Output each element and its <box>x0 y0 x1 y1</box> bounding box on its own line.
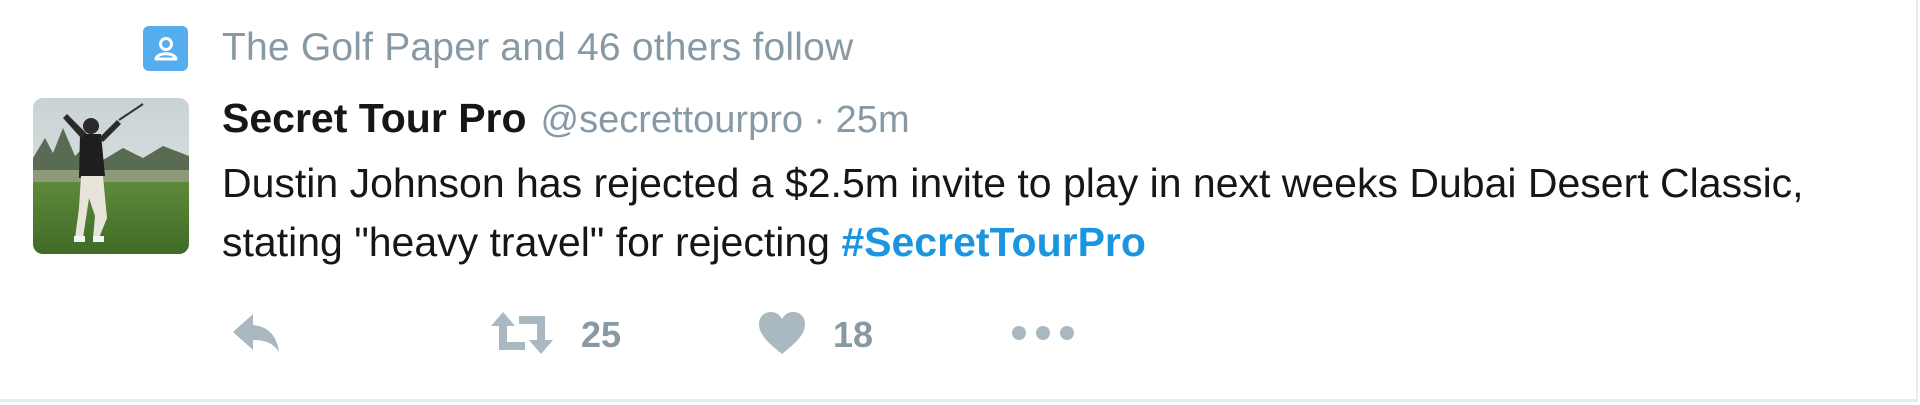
person-card-icon <box>143 25 188 71</box>
header-separator: · <box>813 99 826 141</box>
like-button[interactable]: 18 <box>757 305 873 365</box>
author-username[interactable]: @secrettourpro <box>541 99 803 142</box>
author-display-name[interactable]: Secret Tour Pro <box>222 95 527 142</box>
tweet-timestamp[interactable]: 25m <box>836 99 910 142</box>
context-text[interactable]: The Golf Paper and 46 others follow <box>222 26 853 70</box>
tweet-text: Dustin Johnson has rejected a $2.5m invi… <box>222 154 1872 272</box>
like-count: 18 <box>833 314 874 355</box>
reply-icon <box>227 308 285 363</box>
heart-icon <box>757 310 807 361</box>
avatar[interactable] <box>33 98 189 254</box>
retweet-count: 25 <box>581 314 622 355</box>
more-button[interactable] <box>1010 305 1076 365</box>
retweet-icon <box>489 308 555 363</box>
more-dots-icon <box>1010 323 1076 348</box>
retweet-button[interactable]: 25 <box>489 305 621 365</box>
reply-button[interactable] <box>227 305 285 365</box>
tweet-header: Secret Tour Pro @secrettourpro · 25m <box>222 95 910 145</box>
tweet-card[interactable]: The Golf Paper and 46 others follow Secr… <box>0 0 1918 402</box>
tweet-context: The Golf Paper and 46 others follow <box>143 24 853 72</box>
hashtag-link[interactable]: #SecretTourPro <box>841 219 1146 265</box>
